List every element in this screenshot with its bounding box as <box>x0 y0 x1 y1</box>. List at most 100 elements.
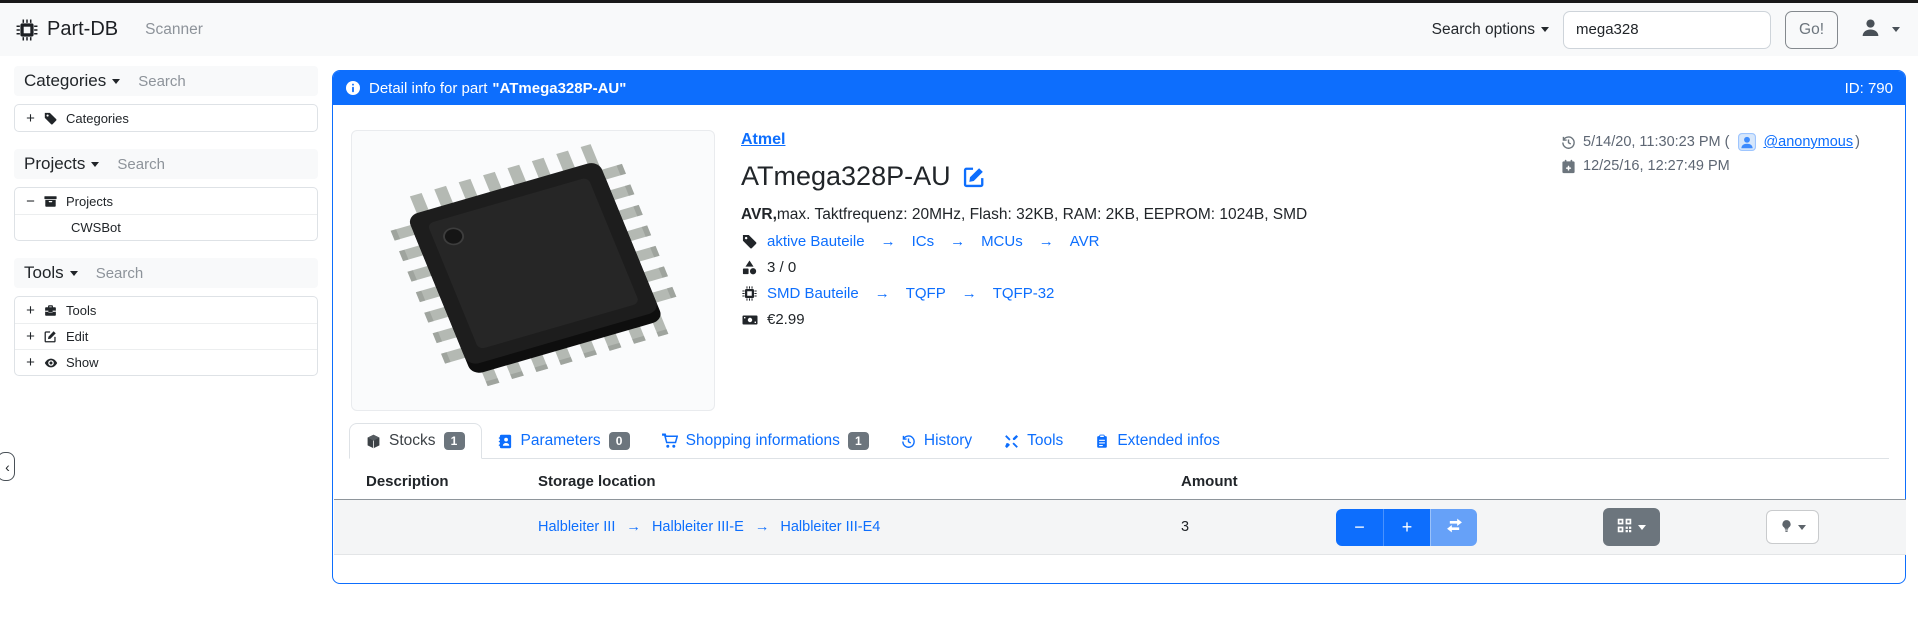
expand-icon[interactable]: + <box>25 354 36 371</box>
expand-icon[interactable]: + <box>25 302 36 319</box>
storage-location-link[interactable]: Halbleiter III <box>538 519 615 535</box>
footprint-link[interactable]: TQFP <box>906 285 946 302</box>
calendar-plus-icon <box>1561 159 1576 174</box>
categories-dropdown[interactable]: Categories <box>24 71 120 91</box>
storage-location-link[interactable]: Halbleiter III-E <box>652 519 744 535</box>
arrow-right-icon <box>962 285 977 302</box>
projects-search-input[interactable] <box>117 156 267 173</box>
tree-item-projects[interactable]: − Projects <box>15 188 317 214</box>
expand-icon[interactable]: + <box>25 328 36 345</box>
microchip-icon <box>741 286 758 301</box>
tree-item-edit[interactable]: + Edit <box>15 323 317 349</box>
go-button[interactable]: Go! <box>1785 11 1838 49</box>
categories-search-input[interactable] <box>138 73 288 90</box>
price-row: €2.99 <box>741 311 1307 328</box>
modified-user-link[interactable]: @anonymous <box>1763 134 1853 150</box>
navbar-right: Search options Go! <box>1432 11 1900 49</box>
tools-dropdown[interactable]: Tools <box>24 263 78 283</box>
brand-link[interactable]: Part-DB <box>16 18 118 41</box>
stock-summary-row: 3 / 0 <box>741 259 1307 276</box>
nav-link-scanner[interactable]: Scanner <box>145 21 203 39</box>
part-meta: 5/14/20, 11:30:23 PM ( @anonymous ) <box>1561 133 1860 181</box>
cart-icon <box>662 433 678 449</box>
tab-count-badge: 1 <box>848 432 869 450</box>
chevron-down-icon <box>1892 27 1900 32</box>
footprint-link[interactable]: SMD Bauteile <box>767 285 859 302</box>
tab-history[interactable]: History <box>885 424 988 458</box>
category-link[interactable]: aktive Bauteile <box>767 233 865 250</box>
lightbulb-dropdown-button[interactable] <box>1766 510 1819 544</box>
search-options-dropdown[interactable]: Search options <box>1432 21 1549 39</box>
search-input[interactable] <box>1563 11 1771 49</box>
chevron-down-icon <box>1541 27 1549 32</box>
category-link[interactable]: AVR <box>1070 233 1100 250</box>
stock-table: Description Storage location Amount Halb… <box>334 463 1906 555</box>
arrow-right-icon <box>950 233 965 250</box>
search-options-label: Search options <box>1432 21 1535 39</box>
projects-section-header: Projects <box>14 149 318 179</box>
projects-tree: − Projects CWSBot <box>14 187 318 241</box>
header-part-name: "ATmega328P-AU" <box>492 80 626 97</box>
tab-stocks[interactable]: Stocks 1 <box>349 423 482 459</box>
footprint-row: SMD Bauteile TQFP TQFP-32 <box>741 285 1307 302</box>
tree-item-categories[interactable]: + Categories <box>15 105 317 131</box>
tab-shopping-informations[interactable]: Shopping informations 1 <box>646 424 885 458</box>
stock-location-cell: Halbleiter III Halbleiter III-E Halbleit… <box>538 519 1181 535</box>
part-name-title: ATmega328P-AU <box>741 161 951 192</box>
chip-render <box>361 140 705 402</box>
tree-item-cwsbot[interactable]: CWSBot <box>15 214 317 240</box>
tools-search-input[interactable] <box>96 265 246 282</box>
edit-part-button[interactable] <box>963 166 985 188</box>
column-header-storage-location: Storage location <box>538 473 1181 490</box>
chevron-down-icon <box>1798 525 1806 530</box>
projects-dropdown[interactable]: Projects <box>24 154 99 174</box>
move-stock-button[interactable] <box>1430 509 1477 546</box>
stock-stepper: − + <box>1336 509 1478 546</box>
part-description: AVR,max. Taktfrequenz: 20MHz, Flash: 32K… <box>741 206 1307 224</box>
tab-extended-infos[interactable]: Extended infos <box>1079 424 1236 458</box>
sidebar: Categories + Categories <box>14 66 318 393</box>
manufacturer-link[interactable]: Atmel <box>741 131 785 149</box>
collapse-node-icon[interactable]: − <box>25 193 36 210</box>
created-line: 12/25/16, 12:27:49 PM <box>1561 158 1860 174</box>
chevron-down-icon <box>91 162 99 167</box>
part-image[interactable] <box>351 130 715 411</box>
label-qr-dropdown-button[interactable] <box>1603 508 1660 546</box>
price-value: €2.99 <box>767 311 805 328</box>
footprint-link[interactable]: TQFP-32 <box>993 285 1055 302</box>
tab-parameters[interactable]: Parameters 0 <box>482 424 646 458</box>
history-icon <box>1561 135 1576 150</box>
decrement-stock-button[interactable]: − <box>1336 509 1383 546</box>
increment-stock-button[interactable]: + <box>1383 509 1430 546</box>
last-modified-line: 5/14/20, 11:30:23 PM ( @anonymous ) <box>1561 133 1860 151</box>
arrow-right-icon <box>875 285 890 302</box>
stock-table-row: Halbleiter III Halbleiter III-E Halbleit… <box>334 500 1906 555</box>
info-icon <box>345 80 361 96</box>
created-timestamp: 12/25/16, 12:27:49 PM <box>1583 158 1730 174</box>
brand-label: Part-DB <box>47 18 118 41</box>
column-header-description: Description <box>366 473 538 490</box>
tree-item-label: CWSBot <box>71 220 121 235</box>
microchip-logo-icon <box>16 19 38 41</box>
sidebar-section-tools: Tools + Tools + <box>14 258 318 376</box>
tab-label: Parameters <box>521 432 601 450</box>
tree-item-show[interactable]: + Show <box>15 349 317 375</box>
tab-label: Tools <box>1027 432 1063 450</box>
category-row: aktive Bauteile ICs MCUs AVR <box>741 233 1307 250</box>
column-header-amount: Amount <box>1181 473 1336 490</box>
expand-icon[interactable]: + <box>25 110 36 127</box>
chevron-down-icon <box>112 79 120 84</box>
category-link[interactable]: ICs <box>912 233 935 250</box>
part-detail-header: Detail info for part "ATmega328P-AU" ID:… <box>333 71 1905 105</box>
storage-location-link[interactable]: Halbleiter III-E4 <box>780 519 880 535</box>
tree-item-label: Categories <box>66 111 129 126</box>
sidebar-collapse-button[interactable]: ‹ <box>0 452 15 481</box>
navbar: Part-DB Scanner Search options Go! <box>0 3 1918 56</box>
shapes-icon <box>741 260 758 275</box>
tab-tools[interactable]: Tools <box>988 424 1079 458</box>
user-menu[interactable] <box>1860 17 1900 43</box>
sidebar-section-categories: Categories + Categories <box>14 66 318 132</box>
arrow-right-icon <box>881 233 896 250</box>
tree-item-tools[interactable]: + Tools <box>15 297 317 323</box>
category-link[interactable]: MCUs <box>981 233 1023 250</box>
